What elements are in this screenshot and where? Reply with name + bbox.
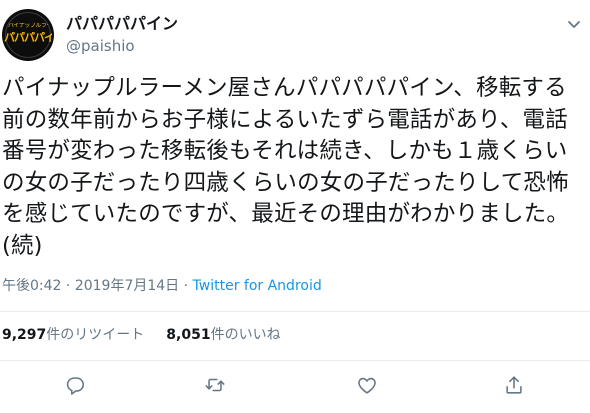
avatar-logo-small-text: パイナップルラーメン屋さん [8, 23, 48, 29]
meta-separator: · [183, 278, 193, 294]
divider [0, 360, 590, 361]
tweet-text-line: 前の数年前からお子様によるいたずら電話があり、電話 [2, 106, 568, 133]
heart-icon[interactable] [356, 374, 378, 396]
reply-icon[interactable] [64, 374, 86, 396]
tweet-text: パイナップルラーメン屋さんパパパパパイン、移転する 前の数年前からお子様によるい… [2, 73, 588, 262]
tweet-header: パイナップルラーメン屋さん パパパパイン パパパパパイン @paishio [0, 0, 590, 66]
share-icon[interactable] [503, 374, 525, 396]
retweets-count: 9,297 [2, 327, 47, 343]
likes-count: 8,051 [166, 327, 211, 343]
tweet-text-line: パイナップルラーメン屋さんパパパパパイン、移転する [2, 75, 567, 101]
avatar[interactable]: パイナップルラーメン屋さん パパパパイン [2, 9, 54, 61]
tweet-stats: 9,297件のリツイート 8,051件のいいね [2, 326, 281, 344]
divider [0, 311, 590, 312]
tweet-text-line: を感じていたのですが、最近その理由がわかりました。 [2, 201, 570, 227]
likes-label: 件のいいね [210, 327, 281, 343]
chevron-down-icon[interactable] [566, 16, 582, 32]
tweet-card: パイナップルラーメン屋さん パパパパイン パパパパパイン @paishio パイ… [0, 0, 590, 413]
likes-stat[interactable]: 8,051件のいいね [166, 327, 280, 343]
tweet-text-line: (続) [2, 232, 43, 259]
user-handle[interactable]: @paishio [66, 36, 135, 56]
retweets-label: 件のリツイート [46, 327, 145, 343]
retweets-stat[interactable]: 9,297件のリツイート [2, 327, 144, 343]
tweet-text-line: の女の子だったり四歳くらいの女の子だったりして恐怖 [2, 169, 569, 196]
tweet-source-link[interactable]: Twitter for Android [193, 278, 322, 294]
avatar-logo-text: パパパパイン [4, 32, 52, 44]
tweet-time[interactable]: 午後0:42 [2, 278, 61, 294]
tweet-date[interactable]: 2019年7月14日 [75, 278, 179, 294]
meta-separator: · [65, 278, 75, 294]
tweet-text-line: 番号が変わった移転後もそれは続き、しかも１歳くらい [2, 138, 568, 164]
display-name[interactable]: パパパパパイン [66, 14, 178, 34]
retweet-icon[interactable] [204, 374, 226, 396]
tweet-meta: 午後0:42 · 2019年7月14日 · Twitter for Androi… [2, 277, 322, 295]
